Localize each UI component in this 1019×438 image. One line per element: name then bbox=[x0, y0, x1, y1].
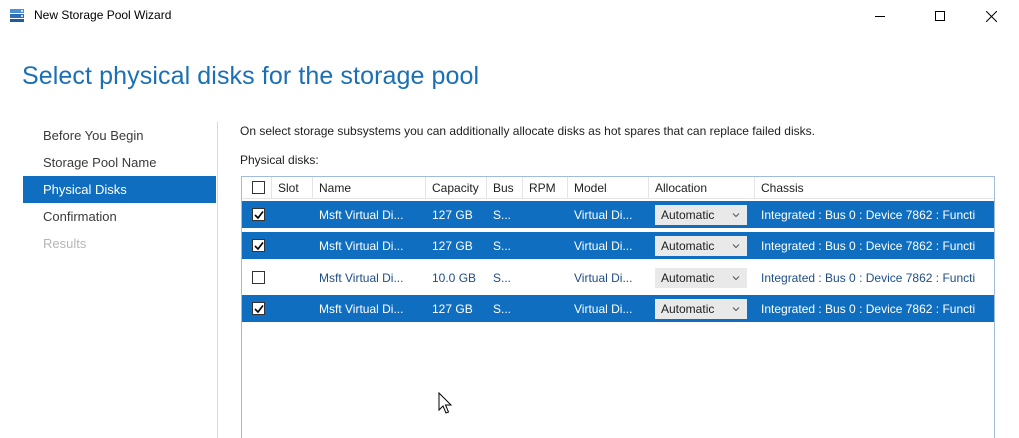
row-allocation-cell: Automatic bbox=[649, 232, 755, 259]
row-name-cell: Msft Virtual Di... bbox=[319, 207, 404, 222]
column-header-chassis[interactable]: Chassis bbox=[755, 177, 994, 198]
nav-divider bbox=[217, 122, 218, 438]
row-bus-cell: S... bbox=[493, 270, 512, 285]
window-title: New Storage Pool Wizard bbox=[34, 8, 172, 22]
column-header-model[interactable]: Model bbox=[568, 177, 649, 198]
row-select-cell bbox=[242, 232, 272, 259]
title-bar: New Storage Pool Wizard bbox=[0, 0, 1019, 32]
row-slot-cell bbox=[272, 264, 313, 291]
allocation-dropdown[interactable]: Automatic bbox=[655, 298, 747, 319]
row-chassis-cell: Integrated : Bus 0 : Device 7862 : Funct… bbox=[761, 207, 976, 222]
nav-item-results: Results bbox=[43, 236, 87, 251]
column-header-allocation[interactable]: Allocation bbox=[649, 177, 755, 198]
row-select-cell bbox=[242, 295, 272, 322]
minimize-button[interactable] bbox=[857, 0, 903, 32]
checkmark-icon bbox=[254, 305, 264, 314]
row-chassis-cell: Integrated : Bus 0 : Device 7862 : Funct… bbox=[761, 270, 976, 285]
table-row[interactable]: Msft Virtual Di... 10.0 GB S... Virtual Di.… bbox=[242, 264, 994, 291]
row-slot-cell bbox=[272, 295, 313, 322]
table-row[interactable]: Msft Virtual Di... 127 GB S... Virtual Di..… bbox=[242, 232, 994, 259]
row-capacity-cell: 127 GB bbox=[432, 301, 473, 316]
table-row[interactable]: Msft Virtual Di... 127 GB S... Virtual Di..… bbox=[242, 295, 994, 322]
nav-item-physical-disks[interactable]: Physical Disks bbox=[23, 176, 216, 203]
physical-disks-label: Physical disks: bbox=[240, 153, 319, 167]
nav-item-storage-pool-name[interactable]: Storage Pool Name bbox=[23, 149, 216, 176]
table-row[interactable]: Msft Virtual Di... 127 GB S... Virtual Di..… bbox=[242, 201, 994, 228]
close-icon bbox=[985, 10, 997, 22]
allocation-dropdown[interactable]: Automatic bbox=[655, 235, 747, 256]
row-bus-cell: S... bbox=[493, 238, 512, 253]
allocation-dropdown[interactable]: Automatic bbox=[655, 267, 747, 288]
row-checkbox[interactable] bbox=[252, 239, 265, 252]
chevron-down-icon bbox=[732, 212, 740, 217]
checkmark-icon bbox=[254, 211, 264, 220]
row-rpm-cell bbox=[523, 232, 568, 259]
row-allocation-cell: Automatic bbox=[649, 264, 755, 291]
description-text: On select storage subsystems you can add… bbox=[240, 124, 815, 138]
row-checkbox[interactable] bbox=[252, 271, 265, 284]
allocation-value: Automatic bbox=[661, 270, 715, 285]
column-header-slot[interactable]: Slot bbox=[272, 177, 313, 198]
row-allocation-cell: Automatic bbox=[649, 201, 755, 228]
column-header-rpm[interactable]: RPM bbox=[523, 177, 568, 198]
row-select-cell bbox=[242, 201, 272, 228]
header-select-all[interactable] bbox=[242, 177, 272, 198]
maximize-icon bbox=[935, 11, 945, 21]
checkmark-icon bbox=[254, 242, 264, 251]
nav-item-confirmation[interactable]: Confirmation bbox=[23, 203, 216, 230]
row-chassis-cell: Integrated : Bus 0 : Device 7862 : Funct… bbox=[761, 301, 976, 316]
row-capacity-cell: 127 GB bbox=[432, 207, 473, 222]
allocation-dropdown[interactable]: Automatic bbox=[655, 204, 747, 225]
chevron-down-icon bbox=[732, 306, 740, 311]
table-header: Slot Name Capacity Bus RPM Model Allocat… bbox=[242, 177, 994, 199]
column-header-capacity[interactable]: Capacity bbox=[426, 177, 487, 198]
row-name-cell: Msft Virtual Di... bbox=[319, 270, 404, 285]
row-allocation-cell: Automatic bbox=[649, 295, 755, 322]
row-model-cell: Virtual Di... bbox=[574, 207, 633, 222]
minimize-icon bbox=[875, 16, 885, 17]
row-select-cell bbox=[242, 264, 272, 291]
select-all-checkbox[interactable] bbox=[252, 181, 265, 194]
chevron-down-icon bbox=[732, 275, 740, 280]
column-header-name[interactable]: Name bbox=[313, 177, 426, 198]
row-slot-cell bbox=[272, 201, 313, 228]
row-rpm-cell bbox=[523, 295, 568, 322]
chevron-down-icon bbox=[732, 243, 740, 248]
row-slot-cell bbox=[272, 232, 313, 259]
maximize-button[interactable] bbox=[917, 0, 963, 32]
mouse-cursor-icon bbox=[438, 392, 453, 414]
row-chassis-cell: Integrated : Bus 0 : Device 7862 : Funct… bbox=[761, 238, 976, 253]
row-capacity-cell: 127 GB bbox=[432, 238, 473, 253]
allocation-value: Automatic bbox=[661, 238, 715, 253]
row-bus-cell: S... bbox=[493, 301, 512, 316]
row-bus-cell: S... bbox=[493, 207, 512, 222]
row-rpm-cell bbox=[523, 264, 568, 291]
page-title: Select physical disks for the storage po… bbox=[22, 62, 480, 90]
wizard-nav: Before You Begin Storage Pool Name Physi… bbox=[23, 122, 216, 257]
row-model-cell: Virtual Di... bbox=[574, 238, 633, 253]
row-model-cell: Virtual Di... bbox=[574, 270, 633, 285]
row-name-cell: Msft Virtual Di... bbox=[319, 301, 404, 316]
row-name-cell: Msft Virtual Di... bbox=[319, 238, 404, 253]
storage-pool-app-icon bbox=[9, 7, 27, 23]
allocation-value: Automatic bbox=[661, 301, 715, 316]
allocation-value: Automatic bbox=[661, 207, 715, 222]
close-button[interactable] bbox=[968, 0, 1014, 32]
column-header-bus[interactable]: Bus bbox=[487, 177, 523, 198]
row-checkbox[interactable] bbox=[252, 302, 265, 315]
row-rpm-cell bbox=[523, 201, 568, 228]
physical-disks-table[interactable]: Slot Name Capacity Bus RPM Model Allocat… bbox=[241, 176, 995, 438]
row-capacity-cell: 10.0 GB bbox=[432, 270, 477, 285]
row-model-cell: Virtual Di... bbox=[574, 301, 633, 316]
nav-item-before-you-begin[interactable]: Before You Begin bbox=[23, 122, 216, 149]
row-checkbox[interactable] bbox=[252, 208, 265, 221]
